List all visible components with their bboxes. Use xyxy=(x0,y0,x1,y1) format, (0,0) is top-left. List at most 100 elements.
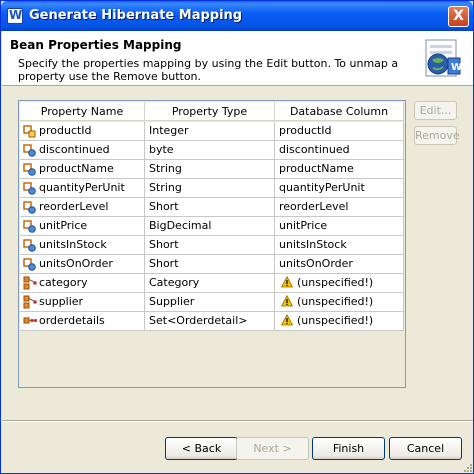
database-column-value: reorderLevel xyxy=(279,200,349,213)
database-column-cell: unitsInStock xyxy=(275,236,404,254)
database-column-value: productId xyxy=(279,124,332,137)
column-header-database-column[interactable]: Database Column xyxy=(275,102,404,121)
footer-divider xyxy=(2,420,473,422)
property-name: unitPrice xyxy=(39,219,88,232)
database-column-cell: productId xyxy=(275,122,404,140)
property-name-cell: discontinued xyxy=(20,141,145,159)
database-column-cell: quantityPerUnit xyxy=(275,179,404,197)
database-column-cell: productName xyxy=(275,160,404,178)
title-bar[interactable]: Generate Hibernate Mapping X xyxy=(1,1,473,31)
property-type-cell: Set<Orderdetail> xyxy=(145,312,275,330)
simple-property-icon xyxy=(23,144,36,157)
app-icon xyxy=(7,8,23,24)
table-header: Property Name Property Type Database Col… xyxy=(20,102,404,121)
warning-icon xyxy=(281,295,293,307)
database-column-cell: (unspecified!) xyxy=(275,274,404,292)
property-type-cell: BigDecimal xyxy=(145,217,275,235)
database-column-value: unitPrice xyxy=(279,219,328,232)
cancel-button[interactable]: Cancel xyxy=(389,437,462,460)
property-name-cell: supplier xyxy=(20,293,145,311)
table-row[interactable]: reorderLevel Short reorderLevel xyxy=(20,198,404,217)
svg-text:W: W xyxy=(451,62,462,73)
property-name-cell: orderdetails xyxy=(20,312,145,330)
id-property-icon xyxy=(23,125,36,138)
database-column-value: unitsInStock xyxy=(279,238,347,251)
property-name: supplier xyxy=(39,295,84,308)
simple-property-icon xyxy=(23,258,36,271)
property-name-cell: category xyxy=(20,274,145,292)
property-name-cell: unitsInStock xyxy=(20,236,145,254)
property-name-cell: productName xyxy=(20,160,145,178)
property-name: quantityPerUnit xyxy=(39,181,125,194)
collection-property-icon xyxy=(23,317,37,324)
table-row[interactable]: quantityPerUnit String quantityPerUnit xyxy=(20,179,404,198)
page-description: Specify the properties mapping by using … xyxy=(18,57,399,83)
resize-grip-icon[interactable] xyxy=(461,461,473,473)
property-name-cell: productId xyxy=(20,122,145,140)
warning-icon xyxy=(281,314,293,326)
column-header-property-name[interactable]: Property Name xyxy=(20,102,145,121)
database-column-cell: discontinued xyxy=(275,141,404,159)
edit-button[interactable]: Edit... xyxy=(414,101,457,120)
database-column-cell: (unspecified!) xyxy=(275,293,404,311)
table-row[interactable]: orderdetails Set<Orderdetail> (unspecified… xyxy=(20,312,404,331)
table-row[interactable]: unitsOnOrder Short unitsOnOrder xyxy=(20,255,404,274)
property-type-cell: Category xyxy=(145,274,275,292)
table-row[interactable]: unitsInStock Short unitsInStock xyxy=(20,236,404,255)
property-type-cell: Short xyxy=(145,255,275,273)
properties-table[interactable]: Property Name Property Type Database Col… xyxy=(18,100,406,388)
remove-button[interactable]: Remove xyxy=(414,126,460,145)
database-column-cell: (unspecified!) xyxy=(275,312,404,330)
property-type-cell: Integer xyxy=(145,122,275,140)
property-type-cell: Supplier xyxy=(145,293,275,311)
property-name: category xyxy=(39,276,88,289)
property-type-cell: String xyxy=(145,160,275,178)
wizard-header: Bean Properties Mapping Specify the prop… xyxy=(2,31,473,86)
simple-property-icon xyxy=(23,163,36,176)
property-name-cell: reorderLevel xyxy=(20,198,145,216)
table-row[interactable]: category Category (unspecified!) xyxy=(20,274,404,293)
property-name: discontinued xyxy=(39,143,110,156)
database-column-value: (unspecified!) xyxy=(297,276,374,289)
simple-property-icon xyxy=(23,201,36,214)
database-column-value: discontinued xyxy=(279,143,350,156)
wizard-dialog: Generate Hibernate Mapping X Bean Proper… xyxy=(0,0,474,474)
property-type-cell: byte xyxy=(145,141,275,159)
table-row[interactable]: unitPrice BigDecimal unitPrice xyxy=(20,217,404,236)
property-name-cell: quantityPerUnit xyxy=(20,179,145,197)
close-button[interactable]: X xyxy=(448,6,469,27)
database-column-value: productName xyxy=(279,162,354,175)
finish-button[interactable]: Finish xyxy=(312,437,385,460)
wizard-banner-icon: W xyxy=(425,39,462,77)
property-name: reorderLevel xyxy=(39,200,109,213)
page-title: Bean Properties Mapping xyxy=(10,38,182,52)
table-row[interactable]: supplier Supplier (unspecified!) xyxy=(20,293,404,312)
warning-icon xyxy=(281,276,293,288)
database-column-value: (unspecified!) xyxy=(297,314,374,327)
database-column-cell: reorderLevel xyxy=(275,198,404,216)
property-name: productId xyxy=(39,124,92,137)
database-column-value: quantityPerUnit xyxy=(279,181,365,194)
database-column-value: (unspecified!) xyxy=(297,295,374,308)
simple-property-icon xyxy=(23,220,36,233)
window-title: Generate Hibernate Mapping xyxy=(29,8,243,23)
database-column-value: unitsOnOrder xyxy=(279,257,353,270)
property-type-cell: Short xyxy=(145,236,275,254)
next-button[interactable]: Next > xyxy=(236,437,309,460)
property-name: unitsInStock xyxy=(39,238,107,251)
back-button[interactable]: < Back xyxy=(165,437,238,460)
property-name: orderdetails xyxy=(39,314,105,327)
property-type-cell: Short xyxy=(145,198,275,216)
table-row[interactable]: discontinued byte discontinued xyxy=(20,141,404,160)
relation-property-icon xyxy=(23,276,37,290)
relation-property-icon xyxy=(23,295,37,309)
simple-property-icon xyxy=(23,239,36,252)
table-row[interactable]: productId Integer productId xyxy=(20,122,404,141)
property-name: productName xyxy=(39,162,114,175)
property-name-cell: unitsOnOrder xyxy=(20,255,145,273)
database-column-cell: unitPrice xyxy=(275,217,404,235)
column-header-property-type[interactable]: Property Type xyxy=(145,102,275,121)
table-row[interactable]: productName String productName xyxy=(20,160,404,179)
property-name-cell: unitPrice xyxy=(20,217,145,235)
property-name: unitsOnOrder xyxy=(39,257,113,270)
